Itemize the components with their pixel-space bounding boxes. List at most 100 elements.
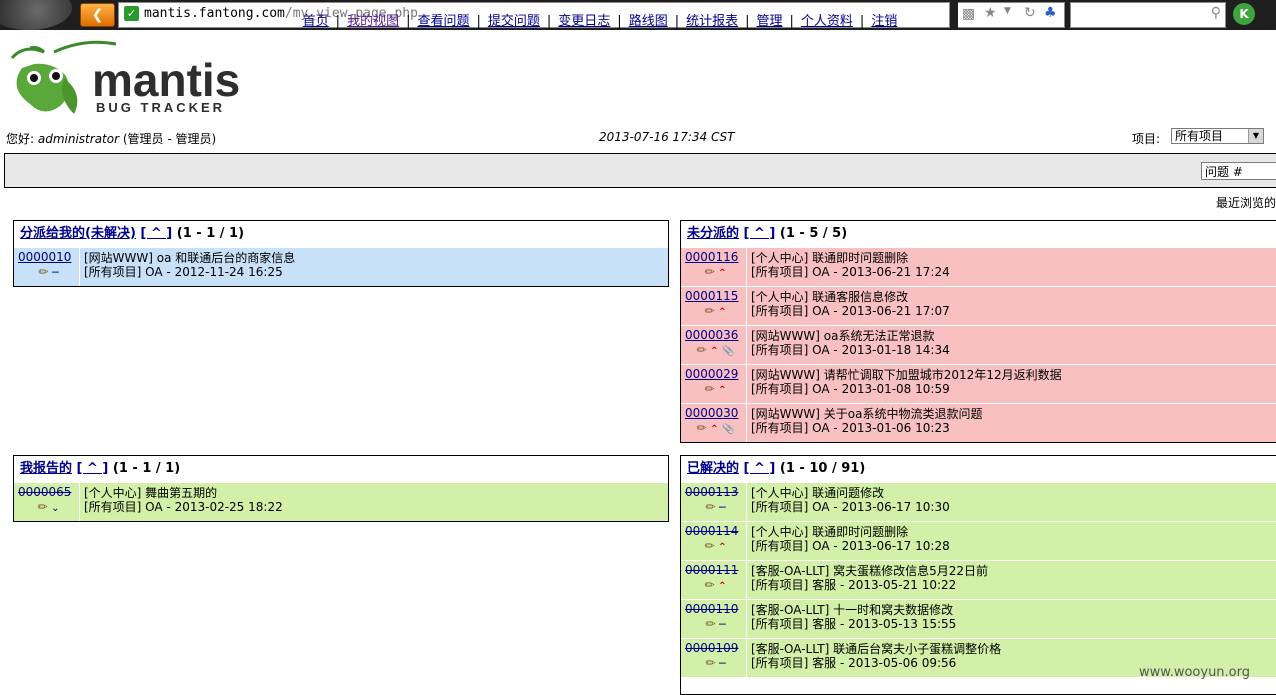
issue-summary[interactable]: [个人中心] 联通客服信息修改 bbox=[751, 290, 950, 304]
priority-normal-icon: ─ bbox=[718, 618, 726, 631]
issue-meta: [所有项目] OA - 2013-01-08 10:59 bbox=[751, 382, 950, 396]
user-role: (管理员 - 管理员) bbox=[122, 132, 217, 146]
issue-summary[interactable]: [客服-OA-LLT] 十一时和窝夫数据修改 bbox=[751, 603, 956, 617]
table-row: 0000114 ✏ ⌃ [个人中心] 联通即时问题删除 [所有项目] OA - 20… bbox=[681, 521, 1276, 560]
issue-meta: [所有项目] 客服 - 2013-05-21 10:22 bbox=[751, 578, 957, 592]
menu-item-view-issues[interactable]: 查看问题 bbox=[417, 14, 469, 29]
issue-summary[interactable]: [网站WWW] oa系统无法正常退款 bbox=[751, 329, 950, 343]
chevron-down-icon[interactable]: ▼ bbox=[1248, 129, 1263, 143]
priority-normal-icon: ─ bbox=[718, 501, 726, 514]
profile-badge[interactable]: K bbox=[1233, 3, 1255, 25]
unassigned-box: 未分派的 [ ^ ] (1 - 5 / 5) 0000116 ✏ ⌃ [个人中心]… bbox=[680, 220, 1276, 443]
bug-jump-input[interactable]: 问题 # bbox=[1201, 162, 1276, 180]
project-label: 项目: bbox=[1132, 132, 1161, 146]
edit-pencil-icon[interactable]: ✏ bbox=[705, 265, 715, 279]
menu-item-report-issue[interactable]: 提交问题 bbox=[488, 14, 540, 29]
menu-item-summary[interactable]: 统计报表 bbox=[686, 14, 738, 29]
unassigned-collapse-link[interactable]: [ ^ ] bbox=[744, 226, 776, 241]
table-row: 0000115 ✏ ⌃ [个人中心] 联通客服信息修改 [所有项目] OA - 20… bbox=[681, 286, 1276, 325]
issue-summary[interactable]: [网站WWW] 请帮忙调取下加盟城市2012年12月返利数据 bbox=[751, 368, 1062, 382]
assigned-count: (1 - 1 / 1) bbox=[176, 226, 245, 241]
table-row: 0000010 ✏ ─ [网站WWW] oa 和联通后台的商家信息 [所有项目] O… bbox=[14, 247, 668, 286]
edit-pencil-icon[interactable]: ✏ bbox=[705, 578, 715, 592]
unassigned-count: (1 - 5 / 5) bbox=[779, 226, 848, 241]
edit-pencil-icon[interactable]: ✏ bbox=[705, 617, 715, 631]
issue-id-link[interactable]: 0000010 bbox=[18, 250, 79, 264]
issue-summary[interactable]: [个人中心] 联通即时问题删除 bbox=[751, 251, 950, 265]
table-row: 0000110 ✏ ─ [客服-OA-LLT] 十一时和窝夫数据修改 [所有项目] … bbox=[681, 599, 1276, 638]
issue-id-link[interactable]: 0000030 bbox=[685, 406, 746, 420]
issue-id-link[interactable]: 0000114 bbox=[685, 524, 746, 538]
issue-meta: [所有项目] OA - 2013-06-17 10:28 bbox=[751, 539, 950, 553]
priority-high-icon: ⌃ bbox=[718, 268, 727, 279]
priority-normal-icon: ─ bbox=[51, 266, 59, 279]
menu-item-roadmap[interactable]: 路线图 bbox=[629, 14, 668, 29]
project-select[interactable]: 所有项目 ▼ bbox=[1171, 128, 1264, 144]
issue-meta: [所有项目] OA - 2013-06-21 17:24 bbox=[751, 265, 950, 279]
reported-by-me-box: 我报告的 [ ^ ] (1 - 1 / 1) 0000065 ✏ ⌄ [个人中心]… bbox=[13, 455, 669, 522]
issue-id-link[interactable]: 0000115 bbox=[685, 289, 746, 303]
edit-pencil-icon[interactable]: ✏ bbox=[697, 421, 707, 435]
edit-pencil-icon[interactable]: ✏ bbox=[705, 304, 715, 318]
reported-box-title[interactable]: 我报告的 bbox=[20, 461, 72, 476]
edit-pencil-icon[interactable]: ✏ bbox=[705, 539, 715, 553]
menu-item-logout[interactable]: 注销 bbox=[871, 14, 897, 29]
menu-item-changelog[interactable]: 变更日志 bbox=[558, 14, 610, 29]
issue-meta: [所有项目] OA - 2013-01-06 10:23 bbox=[751, 421, 950, 435]
resolved-box-title[interactable]: 已解决的 bbox=[687, 461, 739, 476]
edit-pencil-icon[interactable]: ✏ bbox=[705, 500, 715, 514]
issue-id-link[interactable]: 0000036 bbox=[685, 328, 746, 342]
unassigned-box-title[interactable]: 未分派的 bbox=[687, 226, 739, 241]
menu-item-manage[interactable]: 管理 bbox=[757, 14, 783, 29]
priority-urgent-icon: ⌃ bbox=[718, 581, 727, 592]
issue-meta: [所有项目] OA - 2013-06-17 10:30 bbox=[751, 500, 950, 514]
menu-item-home[interactable]: 首页 bbox=[303, 14, 329, 29]
table-row: 0000116 ✏ ⌃ [个人中心] 联通即时问题删除 [所有项目] OA - 20… bbox=[681, 247, 1276, 286]
table-row: 0000029 ✏ ⌃ [网站WWW] 请帮忙调取下加盟城市2012年12月返利数… bbox=[681, 364, 1276, 403]
assigned-to-me-box: 分派给我的(未解决) [ ^ ] (1 - 1 / 1) 0000010 ✏ ─ … bbox=[13, 220, 669, 287]
priority-urgent-icon: ⌃ bbox=[710, 346, 719, 357]
priority-normal-icon: ─ bbox=[718, 657, 726, 670]
search-icon[interactable]: ⚲ bbox=[1211, 5, 1221, 21]
username: administrator bbox=[37, 132, 120, 146]
box-header: 我报告的 [ ^ ] (1 - 1 / 1) bbox=[14, 456, 668, 482]
table-row: 0000065 ✏ ⌄ [个人中心] 舞曲第五期的 [所有项目] OA - 2013… bbox=[14, 482, 668, 521]
issue-id-link[interactable]: 0000109 bbox=[685, 641, 746, 655]
mantis-logo[interactable]: mantis BUG TRACKER bbox=[4, 38, 244, 122]
issue-meta: [所有项目] 客服 - 2013-05-06 09:56 bbox=[751, 656, 957, 670]
issue-summary[interactable]: [个人中心] 舞曲第五期的 bbox=[84, 486, 283, 500]
priority-high-icon: ⌃ bbox=[718, 307, 727, 318]
issue-summary[interactable]: [个人中心] 联通问题修改 bbox=[751, 486, 950, 500]
priority-high-icon: ⌃ bbox=[718, 385, 727, 396]
issue-summary[interactable]: [客服-OA-LLT] 窝夫蛋糕修改信息5月22日前 bbox=[751, 564, 988, 578]
recently-visited-label: 最近浏览的 bbox=[1216, 196, 1276, 210]
edit-pencil-icon[interactable]: ✏ bbox=[38, 500, 48, 514]
edit-pencil-icon[interactable]: ✏ bbox=[705, 656, 715, 670]
issue-summary[interactable]: [网站WWW] 关于oa系统中物流类退款问题 bbox=[751, 407, 982, 421]
issue-summary[interactable]: [客服-OA-LLT] 联通后台窝夫小子蛋糕调整价格 bbox=[751, 642, 1001, 656]
edit-pencil-icon[interactable]: ✏ bbox=[705, 382, 715, 396]
issue-id-link[interactable]: 0000111 bbox=[685, 563, 746, 577]
menu-item-my-account[interactable]: 个人资料 bbox=[801, 14, 853, 29]
issue-summary[interactable]: [网站WWW] oa 和联通后台的商家信息 bbox=[84, 251, 295, 265]
edit-pencil-icon[interactable]: ✏ bbox=[697, 343, 707, 357]
attachment-icon: 📎 bbox=[722, 424, 735, 435]
table-row: 0000030 ✏ ⌃ 📎 [网站WWW] 关于oa系统中物流类退款问题 [所有项目… bbox=[681, 403, 1276, 442]
issue-id-link[interactable]: 0000110 bbox=[685, 602, 746, 616]
issue-summary[interactable]: [个人中心] 联通即时问题删除 bbox=[751, 525, 950, 539]
assigned-box-title[interactable]: 分派给我的(未解决) bbox=[20, 226, 136, 241]
reported-collapse-link[interactable]: [ ^ ] bbox=[77, 461, 109, 476]
issue-id-link[interactable]: 0000065 bbox=[18, 485, 79, 499]
issue-id-link[interactable]: 0000029 bbox=[685, 367, 746, 381]
menu-item-my-view[interactable]: 我的视图 bbox=[347, 14, 399, 29]
edit-pencil-icon[interactable]: ✏ bbox=[38, 265, 48, 279]
resolved-collapse-link[interactable]: [ ^ ] bbox=[744, 461, 776, 476]
assigned-collapse-link[interactable]: [ ^ ] bbox=[140, 226, 172, 241]
issue-id-link[interactable]: 0000113 bbox=[685, 485, 746, 499]
issue-meta: [所有项目] 客服 - 2013-05-13 15:55 bbox=[751, 617, 957, 631]
reported-count: (1 - 1 / 1) bbox=[112, 461, 181, 476]
priority-high-icon: ⌃ bbox=[718, 542, 727, 553]
priority-low-icon: ⌄ bbox=[51, 503, 60, 514]
issue-id-link[interactable]: 0000116 bbox=[685, 250, 746, 264]
table-row: 0000111 ✏ ⌃ [客服-OA-LLT] 窝夫蛋糕修改信息5月22日前 [所有… bbox=[681, 560, 1276, 599]
